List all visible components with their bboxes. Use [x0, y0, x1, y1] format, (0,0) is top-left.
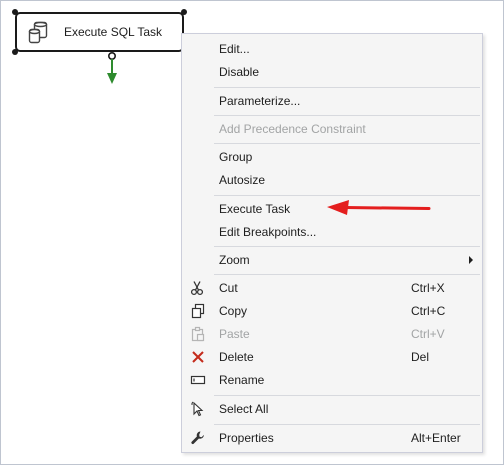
- task-label: Execute SQL Task: [64, 25, 163, 39]
- menu-item-group[interactable]: Group: [182, 146, 482, 168]
- menu-item-delete[interactable]: Delete Del: [182, 346, 482, 368]
- menu-item-disable[interactable]: Disable: [182, 61, 482, 83]
- submenu-arrow-icon: [469, 256, 473, 264]
- menu-item-cut[interactable]: Cut Ctrl+X: [182, 277, 482, 299]
- select-all-cursor-icon: [191, 401, 204, 417]
- precedence-connector-arrow[interactable]: [105, 51, 119, 91]
- menu-item-select-all[interactable]: Select All: [182, 398, 482, 420]
- menu-separator: [214, 246, 480, 247]
- designer-canvas[interactable]: Execute SQL Task Edit... Disable Paramet…: [0, 0, 504, 465]
- resize-handle-top-right[interactable]: [181, 9, 187, 15]
- wrench-icon: [191, 431, 204, 445]
- annotation-arrow: [327, 200, 431, 215]
- menu-item-copy[interactable]: Copy Ctrl+C: [182, 300, 482, 322]
- resize-handle-top-left[interactable]: [12, 9, 18, 15]
- menu-item-properties[interactable]: Properties Alt+Enter: [182, 427, 482, 449]
- context-menu: Edit... Disable Parameterize... Add Prec…: [181, 33, 483, 453]
- menu-separator: [214, 115, 480, 116]
- rename-icon: [190, 375, 206, 385]
- delete-x-icon: [192, 351, 204, 363]
- paste-icon: [191, 326, 205, 342]
- menu-separator: [214, 395, 480, 396]
- menu-item-paste: Paste Ctrl+V: [182, 323, 482, 345]
- scissors-icon: [190, 281, 204, 296]
- execute-sql-task[interactable]: Execute SQL Task: [15, 12, 184, 52]
- menu-item-zoom[interactable]: Zoom: [182, 249, 482, 271]
- menu-item-autosize[interactable]: Autosize: [182, 169, 482, 191]
- resize-handle-bottom-left[interactable]: [12, 49, 18, 55]
- menu-item-rename[interactable]: Rename: [182, 369, 482, 391]
- menu-separator: [214, 87, 480, 88]
- menu-separator: [214, 274, 480, 275]
- menu-item-add-precedence-constraint: Add Precedence Constraint: [219, 122, 366, 136]
- menu-item-edit[interactable]: Edit...: [182, 38, 482, 60]
- menu-separator: [214, 143, 480, 144]
- menu-separator: [214, 195, 480, 196]
- menu-item-parameterize[interactable]: Parameterize...: [182, 90, 482, 112]
- menu-item-edit-breakpoints[interactable]: Edit Breakpoints...: [182, 221, 482, 243]
- copy-icon: [191, 303, 205, 319]
- database-task-icon: [28, 21, 48, 44]
- menu-separator: [214, 424, 480, 425]
